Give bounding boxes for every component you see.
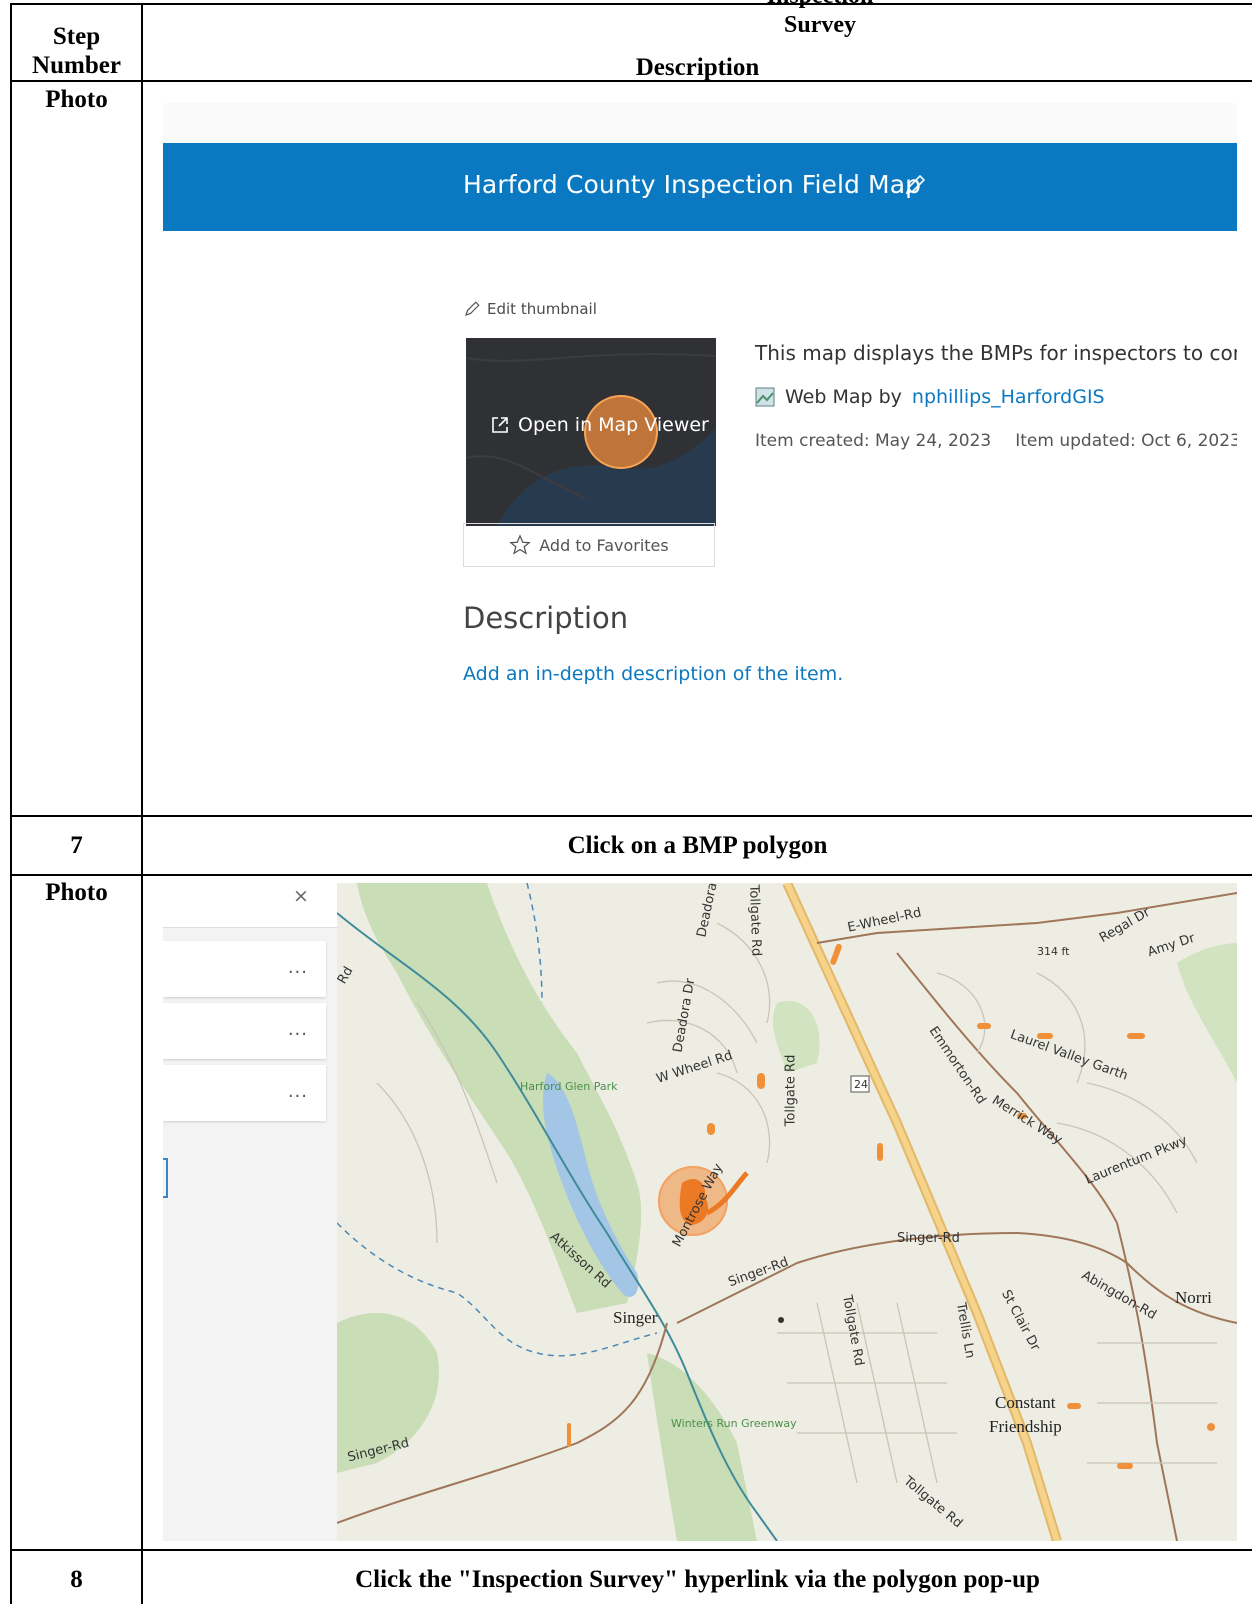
edit-title-pencil-icon[interactable] xyxy=(903,173,927,197)
external-link-icon xyxy=(492,417,508,433)
step-label: 7 xyxy=(70,832,83,859)
header-description: Description xyxy=(635,54,760,81)
place-label: Norri xyxy=(1175,1288,1212,1307)
add-description-link[interactable]: Add an in-depth description of the item. xyxy=(463,663,843,685)
step-description: Click on a BMP polygon xyxy=(567,832,828,859)
place-label: Constant xyxy=(995,1393,1056,1412)
description-heading: Description xyxy=(463,601,629,635)
elevation-label: 314 ft xyxy=(1037,945,1070,958)
place-label: Friendship xyxy=(989,1417,1062,1436)
step-label: Photo xyxy=(45,879,108,906)
more-options-icon[interactable]: ... xyxy=(288,957,308,978)
item-summary: This map displays the BMPs for inspector… xyxy=(755,341,1237,365)
map-canvas[interactable]: E-Wheel-Rd Regal Dr Amy Dr 314 ft Deador… xyxy=(337,883,1237,1541)
item-banner: Harford County Inspection Field Map xyxy=(163,143,1237,231)
close-icon[interactable]: × xyxy=(293,885,309,907)
park-label: Winters Run Greenway xyxy=(671,1417,797,1430)
step-label: 8 xyxy=(70,1566,83,1593)
item-page-screenshot: Harford County Inspection Field Map Edit… xyxy=(163,103,1237,803)
open-in-map-viewer-label: Open in Map Viewer xyxy=(518,414,709,436)
open-in-map-viewer-button[interactable]: Open in Map Viewer xyxy=(490,414,709,436)
star-icon xyxy=(509,534,532,555)
owner-prefix: Web Map by xyxy=(785,386,902,408)
edit-thumbnail-label: Edit thumbnail xyxy=(487,300,597,318)
item-dates: Item created: May 24, 2023 Item updated:… xyxy=(755,431,1237,451)
map-viewer-screenshot: × ... ... ... E-Wheel-Rd Regal Dr Amy Dr… xyxy=(163,883,1237,1541)
web-map-icon xyxy=(755,387,775,407)
route-24-shield: 24 xyxy=(854,1078,868,1091)
map-label: Tollgate Rd xyxy=(783,1054,799,1127)
panel-header: × xyxy=(163,883,337,928)
column-divider xyxy=(141,3,143,1604)
park-label: Harford Glen Park xyxy=(520,1080,618,1093)
more-options-icon[interactable]: ... xyxy=(288,1081,308,1102)
map-thumbnail[interactable]: Open in Map Viewer xyxy=(466,338,716,526)
map-label: Singer-Rd xyxy=(897,1231,960,1246)
item-owner: Web Map by nphillips_HarfordGIS xyxy=(755,386,1105,408)
place-label: Singer xyxy=(613,1308,658,1327)
row-divider xyxy=(10,1549,1252,1551)
map-label: Tollgate Rd xyxy=(746,884,764,957)
pencil-icon xyxy=(465,301,480,316)
table-caption-partial: Inspection Survey xyxy=(767,0,874,38)
layer-card[interactable]: ... xyxy=(163,941,326,997)
table-border-top xyxy=(10,3,1252,5)
item-title: Harford County Inspection Field Map xyxy=(463,170,922,199)
basemap xyxy=(337,883,1237,1541)
layer-card[interactable]: ... xyxy=(163,1003,326,1059)
more-options-icon[interactable]: ... xyxy=(288,1019,308,1040)
button-outline-partial[interactable] xyxy=(163,1158,168,1198)
item-created: Item created: May 24, 2023 xyxy=(755,431,992,451)
step-label: Photo xyxy=(45,86,108,113)
layers-panel: × ... ... ... xyxy=(163,883,337,1541)
step-description: Click the "Inspection Survey" hyperlink … xyxy=(355,1566,1040,1593)
edit-thumbnail-link[interactable]: Edit thumbnail xyxy=(463,300,597,318)
add-to-favorites-label: Add to Favorites xyxy=(539,535,669,555)
table-border-left xyxy=(10,3,12,1604)
add-to-favorites-button[interactable]: Add to Favorites xyxy=(463,523,715,567)
item-updated: Item updated: Oct 6, 2023 xyxy=(1015,431,1237,451)
row-divider xyxy=(10,815,1252,817)
header-step-number: Step Number xyxy=(32,23,121,79)
layer-card[interactable]: ... xyxy=(163,1065,326,1121)
top-strip xyxy=(163,103,1237,143)
row-divider xyxy=(10,874,1252,876)
owner-link[interactable]: nphillips_HarfordGIS xyxy=(912,386,1105,408)
